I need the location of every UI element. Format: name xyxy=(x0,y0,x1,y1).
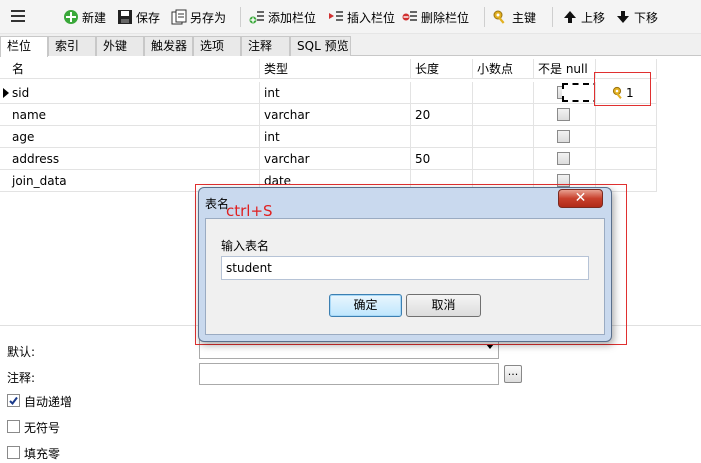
move-up-button[interactable]: 上移 xyxy=(562,8,605,26)
delete-field-icon xyxy=(402,9,418,25)
not-null-cell[interactable] xyxy=(534,104,596,126)
dialog-body: 输入表名 student 确定 取消 xyxy=(205,218,605,335)
field-type-cell[interactable]: varchar xyxy=(260,148,411,170)
tab-indexes[interactable]: 索引 xyxy=(48,36,96,56)
save-icon xyxy=(117,9,133,25)
unsigned-checkbox[interactable] xyxy=(7,420,20,433)
checkmark-icon xyxy=(9,396,18,406)
table-name-dialog: 表名 ctrl+S ✕ 输入表名 student 确定 取消 xyxy=(198,187,612,342)
comment-input[interactable] xyxy=(199,363,499,385)
field-name-cell[interactable]: address xyxy=(8,148,260,170)
field-type-cell[interactable]: int xyxy=(260,82,411,104)
cancel-button[interactable]: 取消 xyxy=(406,294,481,317)
field-length-cell[interactable] xyxy=(411,82,473,104)
field-length-cell[interactable]: 50 xyxy=(411,148,473,170)
table-row[interactable]: name varchar 20 xyxy=(0,104,657,126)
tab-fields[interactable]: 栏位 xyxy=(0,36,48,57)
auto-increment-checkbox[interactable] xyxy=(7,394,20,407)
table-name-input[interactable]: student xyxy=(221,256,589,280)
insert-field-icon xyxy=(328,9,344,25)
save-as-icon xyxy=(171,9,187,25)
key-cell xyxy=(596,104,657,126)
new-button[interactable]: 新建 xyxy=(63,8,106,26)
ellipsis-button[interactable]: ... xyxy=(504,365,522,383)
not-null-cell[interactable] xyxy=(534,148,596,170)
tab-sql-preview[interactable]: SQL 预览 xyxy=(290,36,351,56)
field-type-cell[interactable]: int xyxy=(260,126,411,148)
field-decimals-cell[interactable] xyxy=(473,148,534,170)
add-field-button[interactable]: 添加栏位 xyxy=(249,8,316,26)
field-length-cell[interactable]: 20 xyxy=(411,104,473,126)
tab-options[interactable]: 选项 xyxy=(193,36,241,56)
insert-field-button[interactable]: 插入栏位 xyxy=(328,8,395,26)
key-cell xyxy=(596,148,657,170)
table-row[interactable]: address varchar 50 xyxy=(0,148,657,170)
column-header-name[interactable]: 名 xyxy=(8,59,260,79)
ok-button[interactable]: 确定 xyxy=(329,294,402,317)
add-field-icon xyxy=(249,9,265,25)
toolbar-separator xyxy=(240,7,241,27)
auto-increment-label: 自动递增 xyxy=(24,395,73,409)
field-properties-panel: 默认: 注释: ... 自动递增 无符号 填充零 xyxy=(0,325,701,463)
close-button[interactable]: ✕ xyxy=(558,189,603,208)
toolbar-separator xyxy=(484,7,485,27)
table-name-prompt: 输入表名 xyxy=(221,239,270,253)
save-as-button[interactable]: 另存为 xyxy=(171,8,226,26)
default-label: 默认: xyxy=(7,345,36,359)
field-decimals-cell[interactable] xyxy=(473,82,534,104)
tab-foreign-keys[interactable]: 外键 xyxy=(96,36,144,56)
table-row[interactable]: sid int 1 xyxy=(0,82,657,104)
menu-icon[interactable] xyxy=(11,10,25,22)
zerofill-label: 填充零 xyxy=(24,447,61,461)
not-null-checkbox[interactable] xyxy=(557,152,570,165)
key-cell xyxy=(596,126,657,148)
tab-comments[interactable]: 注释 xyxy=(241,36,290,56)
grid-header: 名 类型 长度 小数点 不是 null xyxy=(0,59,657,79)
field-name-cell[interactable]: name xyxy=(8,104,260,126)
toolbar: 新建 保存 另存为 添加栏位 插入栏位 删除栏位 主键 上移 下移 xyxy=(0,0,701,34)
not-null-cell[interactable] xyxy=(534,82,596,104)
save-button[interactable]: 保存 xyxy=(117,8,160,26)
tab-bar: 栏位 索引 外键 触发器 选项 注释 SQL 预览 xyxy=(0,34,701,57)
table-row[interactable]: age int xyxy=(0,126,657,148)
delete-field-button[interactable]: 删除栏位 xyxy=(402,8,469,26)
tab-triggers[interactable]: 触发器 xyxy=(144,36,193,56)
move-down-button[interactable]: 下移 xyxy=(615,8,658,26)
column-header-not-null[interactable]: 不是 null xyxy=(534,59,596,79)
primary-key-button[interactable]: 主键 xyxy=(493,8,536,26)
field-decimals-cell[interactable] xyxy=(473,126,534,148)
arrow-up-icon xyxy=(562,9,578,25)
annotation-box xyxy=(594,72,651,106)
new-icon xyxy=(63,9,79,25)
not-null-checkbox[interactable] xyxy=(557,130,570,143)
toolbar-separator xyxy=(552,7,553,27)
zerofill-checkbox[interactable] xyxy=(7,446,20,459)
field-name-cell[interactable]: age xyxy=(8,126,260,148)
comment-label: 注释: xyxy=(7,371,36,385)
arrow-down-icon xyxy=(615,9,631,25)
field-decimals-cell[interactable] xyxy=(473,104,534,126)
unsigned-label: 无符号 xyxy=(24,421,61,435)
field-length-cell[interactable] xyxy=(411,126,473,148)
key-icon xyxy=(493,9,509,25)
not-null-cell[interactable] xyxy=(534,126,596,148)
field-type-cell[interactable]: varchar xyxy=(260,104,411,126)
column-header-decimals[interactable]: 小数点 xyxy=(473,59,534,79)
column-header-length[interactable]: 长度 xyxy=(411,59,473,79)
column-header-type[interactable]: 类型 xyxy=(260,59,411,79)
not-null-checkbox[interactable] xyxy=(557,108,570,121)
field-name-cell[interactable]: sid xyxy=(8,82,260,104)
focus-box xyxy=(562,83,595,102)
